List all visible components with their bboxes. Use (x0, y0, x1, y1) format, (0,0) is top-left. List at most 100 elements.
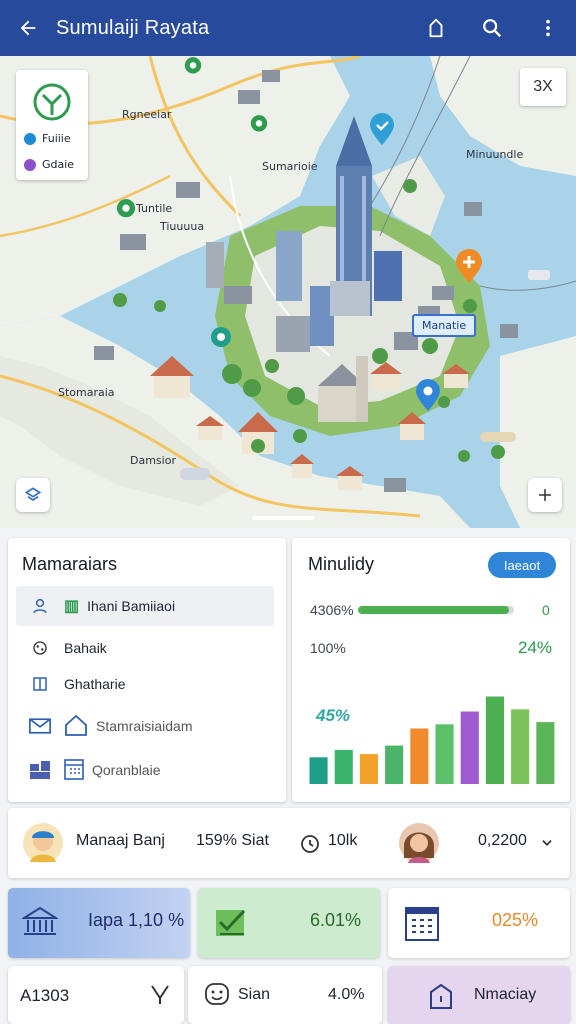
legend-swatch-blue (24, 132, 36, 145)
bag-icon (430, 983, 452, 1009)
tile-value: Sian (238, 986, 271, 1003)
user-icon (24, 597, 56, 615)
tile-value: A1303 (20, 986, 70, 1005)
stats-card-title: Minulidy (308, 554, 375, 574)
book-icon (24, 675, 56, 693)
map-label: Tuntile (136, 202, 173, 215)
menu-card-title: Mamaraiars (22, 554, 118, 574)
profile-amount: 0,2200 (478, 832, 527, 849)
chart-bar-3 (359, 754, 378, 784)
chart-bar-9 (511, 709, 530, 784)
arrow-back-icon (20, 20, 36, 36)
menu-item-label: Ihani Bamiiaoi (87, 598, 176, 614)
legend-item: Gdaie (24, 158, 74, 171)
profile-row[interactable]: Manaaj Banj 159% Siat 10lk 0,2200 (8, 808, 570, 878)
city-map[interactable]: Rgneeiar Sumarioie Tuntile Tiuuuua Minuu… (0, 56, 576, 528)
chart-bar-4 (385, 745, 404, 784)
chart-bar-8 (485, 696, 504, 784)
location-pin-icon[interactable] (184, 56, 202, 78)
secondary-right-label: 24% (518, 638, 553, 657)
chart-bar-7 (460, 711, 479, 784)
bar-chart (309, 696, 555, 784)
stat-tile[interactable]: A1303 (8, 966, 184, 1024)
search-button[interactable] (464, 0, 520, 56)
progress-fill (358, 606, 510, 614)
menu-item[interactable]: Bahaik (16, 628, 274, 668)
tile-value: 6.01% (310, 910, 362, 930)
add-icon (539, 489, 551, 501)
sheet-drag-handle[interactable] (252, 516, 314, 520)
map-label: Sumarioie (262, 160, 318, 173)
profile-stat-1: 159% Siat (196, 832, 269, 849)
menu-item[interactable]: Stamraisiaidam (16, 706, 274, 746)
app-title: Sumulaiji Rayata (56, 16, 210, 39)
brand-logo-icon (33, 83, 71, 121)
profile-name: Manaaj Banj (76, 832, 165, 849)
chip-icon (24, 639, 56, 657)
legend-label: Gdaie (42, 158, 75, 171)
app-bar: Sumulaiji Rayata (0, 0, 576, 56)
stat-tile[interactable]: 6.01% (198, 888, 380, 958)
menu-item-label: Qoranblaie (92, 762, 161, 778)
progress-label: 4306% (310, 602, 354, 618)
location-pin-icon[interactable] (210, 326, 232, 352)
home-outline-icon (64, 714, 88, 739)
layers-button[interactable] (16, 478, 50, 512)
stat-tile[interactable]: Nmaciay (388, 966, 570, 1024)
zoom-level-badge[interactable]: 3X (520, 68, 566, 106)
layers-icon (24, 487, 42, 502)
menu-item-label: Stamraisiaidam (96, 718, 193, 734)
tile-value: Iapa 1,10 % (88, 910, 185, 930)
check-board-icon (216, 909, 246, 936)
legend-label: Fuiiie (42, 132, 71, 145)
menu-item[interactable]: Ghatharie (16, 664, 274, 704)
ledger-icon (405, 907, 439, 941)
chart-bar-2 (334, 749, 353, 784)
back-button[interactable] (0, 0, 56, 56)
stats-card: Minulidy Iaeaot 4306% 0 100% 24% 45% (292, 538, 570, 802)
face-icon (205, 983, 229, 1005)
map-label: Damsior (130, 454, 176, 467)
location-pin-icon[interactable] (368, 112, 396, 146)
grid-icon (24, 760, 56, 780)
chart-bar-1 (309, 757, 328, 784)
menu-item[interactable]: Qoranblaie (16, 750, 274, 790)
menu-card: Mamaraiars ▥ Ihani Bamiiaoi Bahaik Ghath… (8, 538, 286, 802)
more-menu-button[interactable] (520, 0, 576, 56)
stats-action-pill[interactable]: Iaeaot (488, 552, 556, 578)
secondary-left-label: 100% (310, 640, 346, 656)
calendar-icon (64, 758, 84, 783)
location-pin-icon[interactable] (250, 114, 268, 136)
add-place-pin-icon[interactable] (454, 248, 484, 284)
map-callout[interactable]: Manatie (412, 314, 477, 337)
stat-tile[interactable]: Sian 4.0% (188, 966, 382, 1024)
legend-swatch-purple (24, 158, 36, 171)
chart-bar-5 (410, 728, 429, 784)
tile-value: 025% (492, 910, 539, 930)
alarm-icon (301, 835, 319, 853)
chevron-down-icon[interactable] (540, 836, 554, 850)
progress-track (358, 606, 514, 614)
menu-item-label: Ghatharie (64, 676, 126, 692)
share-button[interactable] (408, 0, 464, 56)
avatar (23, 823, 63, 863)
avatar (399, 823, 439, 863)
progress-end-label: 0 (542, 602, 550, 618)
legend-item: Fuiiie (24, 132, 71, 145)
profile-stat-2: 10lk (328, 832, 358, 849)
tile-value: Nmaciay (474, 986, 537, 1003)
location-pin-icon[interactable] (116, 198, 136, 222)
chart-bar-6 (435, 724, 454, 784)
map-label: Minuundle (466, 148, 524, 161)
home-outline-icon (429, 18, 443, 38)
chart-bar-10 (536, 722, 555, 784)
stat-tile[interactable]: 025% (388, 888, 570, 958)
menu-item[interactable]: ▥ Ihani Bamiiaoi (16, 586, 274, 626)
stat-tile[interactable]: Iapa 1,10 % (8, 888, 190, 958)
location-pin-icon[interactable] (414, 378, 442, 412)
map-label: Stomaraia (58, 386, 115, 399)
map-legend: Fuiiie Gdaie (16, 70, 88, 180)
chart-icon: ▥ (64, 598, 80, 615)
zoom-in-button[interactable] (528, 478, 562, 512)
map-label: Rgneeiar (122, 108, 172, 121)
